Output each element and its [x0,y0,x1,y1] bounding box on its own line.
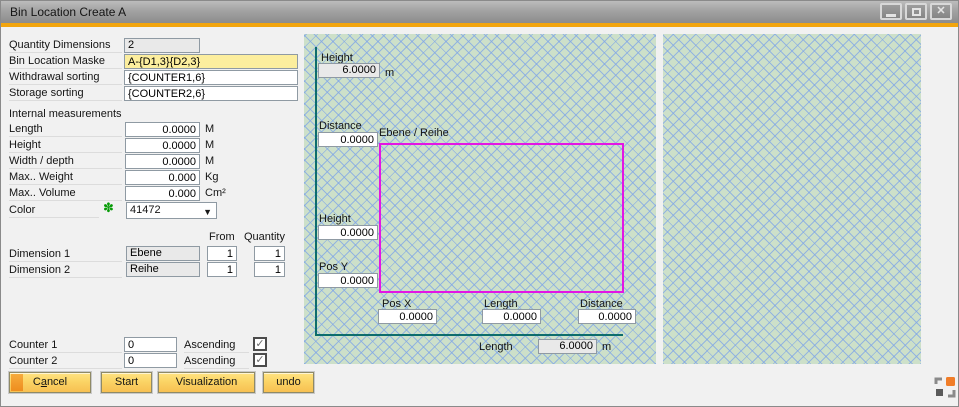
from-header: From [209,231,235,245]
cancel-button[interactable]: Cancel [9,372,91,393]
viz-y-axis-line [315,47,317,336]
internal-measurements-heading: Internal measurements [9,108,149,122]
viz-length-total-label: Length [479,341,513,354]
storage-sorting-field[interactable] [124,86,298,101]
close-button[interactable]: ✕ [930,3,952,20]
max-volume-label: Max.. Volume [9,187,122,201]
max-weight-unit: Kg [205,171,218,185]
window-controls: ✕ [880,3,952,20]
viz-pos-x-field[interactable] [378,309,437,324]
max-volume-field[interactable] [125,186,200,201]
storage-sorting-label: Storage sorting [9,87,122,101]
max-weight-label: Max.. Weight [9,171,122,185]
color-dropdown-value: 41472 [130,204,161,216]
height-field[interactable] [125,138,200,153]
length-label: Length [9,123,122,137]
dimension-1-name-field: Ebene [126,246,200,261]
viz-x-axis-line [315,334,623,336]
counter-1-label: Counter 1 [9,339,122,353]
max-volume-unit: Cm² [205,187,226,201]
undo-button[interactable]: undo [263,372,314,393]
length-unit: M [205,123,214,137]
viz-distance-top-field[interactable] [318,132,378,147]
withdrawal-sorting-label: Withdrawal sorting [9,71,122,85]
minimize-icon [886,14,896,17]
bin-location-create-window: Bin Location Create A ✕ Quantity Dimensi… [0,0,959,407]
dimension-1-from-field[interactable] [207,246,237,261]
bin-location-maske-label: Bin Location Maske [9,55,122,69]
counter-1-ascending-checkbox[interactable]: ✓ [253,337,267,351]
chevron-down-icon: ▼ [203,205,212,220]
quantity-dimensions-label: Quantity Dimensions [9,39,122,53]
withdrawal-sorting-field[interactable] [124,70,298,85]
cancel-button-label: Cancel [33,376,67,388]
dimension-2-label: Dimension 2 [9,264,122,278]
maximize-button[interactable] [905,3,927,20]
length-field[interactable] [125,122,200,137]
viz-height-top-unit: m [385,67,394,80]
viz-height-mid-field[interactable] [318,225,378,240]
resize-top-left-bracket [936,379,942,384]
width-depth-field[interactable] [125,154,200,169]
start-button[interactable]: Start [101,372,152,393]
color-dropdown[interactable]: 41472 ▼ [126,202,217,219]
window-title: Bin Location Create A [1,5,126,19]
dimension-1-quantity-field[interactable] [254,246,285,261]
minimize-button[interactable] [880,3,902,20]
height-unit: M [205,139,214,153]
quantity-header: Quantity [244,231,285,245]
dimension-2-name-field: Reihe [126,262,200,277]
resize-form-icon[interactable] [934,376,956,398]
dimension-1-label: Dimension 1 [9,248,122,262]
counter-1-field[interactable] [124,337,177,352]
viz-height-top-field: 6.0000 [318,63,380,78]
viz-length-total-field: 6.0000 [538,339,597,354]
viz-length-total-unit: m [602,341,611,354]
width-depth-unit: M [205,155,214,169]
visualization-side-panel [663,34,921,364]
bin-location-maske-field[interactable] [124,54,298,69]
max-weight-field[interactable] [125,170,200,185]
counter-2-ascending-checkbox[interactable]: ✓ [253,353,267,367]
height-label: Height [9,139,122,153]
counter-2-label: Counter 2 [9,355,122,369]
color-swatch-flower-icon: ✽ [103,201,114,214]
bin-area-rectangle [379,143,624,293]
resize-bottom-right-bracket [948,390,954,396]
viz-area-label: Ebene / Reihe [379,127,449,140]
default-button-marker [11,374,23,391]
visualization-button[interactable]: Visualization [158,372,255,393]
counter-2-ascending-label: Ascending [184,355,249,369]
resize-dark-square [936,389,943,396]
resize-orange-square [946,377,955,386]
dimension-2-quantity-field[interactable] [254,262,285,277]
counter-1-ascending-label: Ascending [184,339,249,353]
quantity-dimensions-field: 2 [124,38,200,53]
accent-line [1,23,958,27]
viz-pos-y-field[interactable] [318,273,378,288]
color-label: Color [9,204,99,218]
title-bar: Bin Location Create A ✕ [1,1,958,23]
width-depth-label: Width / depth [9,155,122,169]
dimension-2-from-field[interactable] [207,262,237,277]
viz-distance-inner-field[interactable] [578,309,636,324]
maximize-icon [912,8,921,16]
viz-length-inner-field[interactable] [482,309,541,324]
counter-2-field[interactable] [124,353,177,368]
close-icon: ✕ [936,6,945,17]
